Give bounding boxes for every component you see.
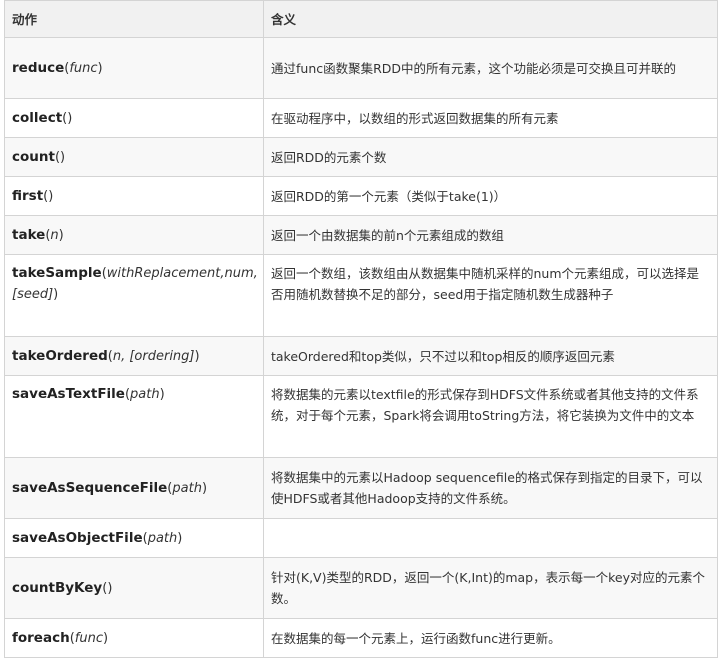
table-row: first() 返回RDD的第一个元素（类似于take(1)） xyxy=(4,176,718,216)
action-cell: saveAsTextFile(path) xyxy=(4,375,264,458)
function-name: takeOrdered xyxy=(12,347,108,364)
function-name: count xyxy=(12,148,55,165)
spark-actions-table: 动作 含义 reduce(func) 通过func函数聚集RDD中的所有元素，这… xyxy=(4,0,718,658)
table-row: saveAsObjectFile(path) xyxy=(4,518,718,558)
function-args: n, [ordering] xyxy=(112,348,195,364)
action-cell: count() xyxy=(4,137,264,177)
description-cell: 在数据集的每一个元素上，运行函数func进行更新。 xyxy=(263,618,718,658)
table-row: reduce(func) 通过func函数聚集RDD中的所有元素，这个功能必须是… xyxy=(4,37,718,99)
function-name: foreach xyxy=(12,629,70,646)
table-row: saveAsSequenceFile(path) 将数据集中的元素以Hadoop… xyxy=(4,457,718,519)
action-cell: foreach(func) xyxy=(4,618,264,658)
column-header-meaning: 含义 xyxy=(263,0,718,38)
description-cell: 返回一个数组，该数组由从数据集中随机采样的num个元素组成，可以选择是否用随机数… xyxy=(263,254,718,337)
description-cell: 通过func函数聚集RDD中的所有元素，这个功能必须是可交换且可并联的 xyxy=(263,37,718,99)
table-row: countByKey() 针对(K,V)类型的RDD，返回一个(K,Int)的m… xyxy=(4,557,718,619)
description-cell: 针对(K,V)类型的RDD，返回一个(K,Int)的map，表示每一个key对应… xyxy=(263,557,718,619)
description-cell: 将数据集中的元素以Hadoop sequencefile的格式保存到指定的目录下… xyxy=(263,457,718,519)
function-name: saveAsTextFile xyxy=(12,386,125,402)
function-name: saveAsObjectFile xyxy=(12,529,143,546)
action-cell: countByKey() xyxy=(4,557,264,619)
column-header-action: 动作 xyxy=(4,0,264,38)
action-cell: saveAsSequenceFile(path) xyxy=(4,457,264,519)
function-args: path xyxy=(130,387,160,402)
function-name: countByKey xyxy=(12,579,103,596)
description-cell: 将数据集的元素以textfile的形式保存到HDFS文件系统或者其他支持的文件系… xyxy=(263,375,718,458)
function-name: take xyxy=(12,226,46,243)
description-cell: 返回一个由数据集的前n个元素组成的数组 xyxy=(263,215,718,255)
function-name: collect xyxy=(12,109,63,126)
function-args: path xyxy=(147,530,178,546)
table-row: count() 返回RDD的元素个数 xyxy=(4,137,718,177)
action-cell: first() xyxy=(4,176,264,216)
table-row: collect() 在驱动程序中，以数组的形式返回数据集的所有元素 xyxy=(4,98,718,138)
description-cell: 在驱动程序中，以数组的形式返回数据集的所有元素 xyxy=(263,98,718,138)
action-cell: reduce(func) xyxy=(4,37,264,99)
function-name: takeSample xyxy=(12,265,102,281)
action-cell: takeOrdered(n, [ordering]) xyxy=(4,336,264,376)
function-args: func xyxy=(69,60,98,76)
description-cell: takeOrdered和top类似，只不过以和top相反的顺序返回元素 xyxy=(263,336,718,376)
description-cell: 返回RDD的第一个元素（类似于take(1)） xyxy=(263,176,718,216)
action-cell: collect() xyxy=(4,98,264,138)
function-name: reduce xyxy=(12,59,65,76)
description-cell xyxy=(263,518,718,558)
table-row: takeOrdered(n, [ordering]) takeOrdered和t… xyxy=(4,336,718,376)
action-cell: takeSample(withReplacement,num, [seed]) xyxy=(4,254,264,337)
table-header-row: 动作 含义 xyxy=(4,0,718,38)
action-cell: saveAsObjectFile(path) xyxy=(4,518,264,558)
table-row: take(n) 返回一个由数据集的前n个元素组成的数组 xyxy=(4,215,718,255)
function-name: first xyxy=(12,187,44,204)
table-row: takeSample(withReplacement,num, [seed]) … xyxy=(4,254,718,337)
function-args: path xyxy=(172,480,202,496)
function-args: func xyxy=(74,630,103,646)
table-row: foreach(func) 在数据集的每一个元素上，运行函数func进行更新。 xyxy=(4,618,718,658)
function-args: n xyxy=(50,227,59,243)
table-row: saveAsTextFile(path) 将数据集的元素以textfile的形式… xyxy=(4,375,718,458)
description-cell: 返回RDD的元素个数 xyxy=(263,137,718,177)
action-cell: take(n) xyxy=(4,215,264,255)
function-name: saveAsSequenceFile xyxy=(12,479,168,496)
